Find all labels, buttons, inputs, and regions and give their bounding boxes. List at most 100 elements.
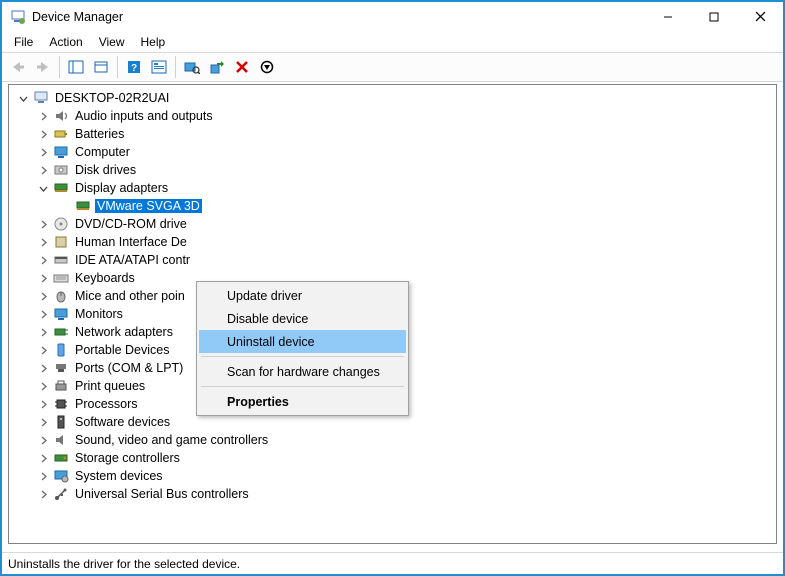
tree-node-label: VMware SVGA 3D bbox=[95, 199, 202, 213]
chevron-down-icon[interactable] bbox=[17, 92, 29, 104]
scan-hardware-button[interactable] bbox=[180, 55, 204, 79]
tree-node-label: Universal Serial Bus controllers bbox=[73, 487, 251, 501]
storage-controller-icon bbox=[53, 450, 69, 466]
tree-root[interactable]: DESKTOP-02R2UAI bbox=[13, 89, 776, 107]
help-button[interactable]: ? bbox=[122, 55, 146, 79]
chevron-right-icon[interactable] bbox=[37, 344, 49, 356]
chevron-right-icon[interactable] bbox=[37, 164, 49, 176]
chevron-right-icon[interactable] bbox=[37, 470, 49, 482]
context-menu-scan-hardware[interactable]: Scan for hardware changes bbox=[199, 360, 406, 383]
tree-node-label: System devices bbox=[73, 469, 165, 483]
chevron-right-icon[interactable] bbox=[37, 146, 49, 158]
svg-text:?: ? bbox=[131, 63, 137, 74]
chevron-right-icon[interactable] bbox=[37, 416, 49, 428]
menu-help[interactable]: Help bbox=[133, 33, 174, 51]
context-menu-disable-device[interactable]: Disable device bbox=[199, 307, 406, 330]
tree-node-label: Keyboards bbox=[73, 271, 137, 285]
tree-node-label: Portable Devices bbox=[73, 343, 172, 357]
update-driver-button[interactable] bbox=[205, 55, 229, 79]
tree-node-label: IDE ATA/ATAPI contr bbox=[73, 253, 192, 267]
sound-icon bbox=[53, 432, 69, 448]
tree-node-storage[interactable]: Storage controllers bbox=[13, 449, 776, 467]
menu-bar: File Action View Help bbox=[2, 32, 783, 52]
device-manager-icon bbox=[10, 9, 26, 25]
tree-node-system[interactable]: System devices bbox=[13, 467, 776, 485]
toolbar-separator bbox=[175, 56, 176, 78]
chevron-right-icon[interactable] bbox=[37, 380, 49, 392]
tree-node-label: Display adapters bbox=[73, 181, 170, 195]
disable-device-button[interactable] bbox=[255, 55, 279, 79]
forward-button[interactable] bbox=[31, 55, 55, 79]
mouse-icon bbox=[53, 288, 69, 304]
tree-node-usb[interactable]: Universal Serial Bus controllers bbox=[13, 485, 776, 503]
toolbar-separator bbox=[117, 56, 118, 78]
context-menu-properties[interactable]: Properties bbox=[199, 390, 406, 413]
computer-icon bbox=[33, 90, 49, 106]
chevron-right-icon[interactable] bbox=[37, 218, 49, 230]
tree-node-dvd[interactable]: DVD/CD-ROM drive bbox=[13, 215, 776, 233]
tree-root-label: DESKTOP-02R2UAI bbox=[53, 91, 171, 105]
uninstall-device-button[interactable] bbox=[230, 55, 254, 79]
tree-node-label: DVD/CD-ROM drive bbox=[73, 217, 189, 231]
system-device-icon bbox=[53, 468, 69, 484]
tree-node-label: Sound, video and game controllers bbox=[73, 433, 270, 447]
tree-node-display-adapters[interactable]: Display adapters bbox=[13, 179, 776, 197]
title-bar: Device Manager bbox=[2, 2, 783, 32]
action-button[interactable] bbox=[147, 55, 171, 79]
tree-node-computer[interactable]: Computer bbox=[13, 143, 776, 161]
chevron-right-icon[interactable] bbox=[37, 452, 49, 464]
chevron-right-icon[interactable] bbox=[37, 272, 49, 284]
tree-node-ide[interactable]: IDE ATA/ATAPI contr bbox=[13, 251, 776, 269]
display-adapter-icon bbox=[75, 198, 91, 214]
chevron-right-icon[interactable] bbox=[37, 398, 49, 410]
menu-view[interactable]: View bbox=[91, 33, 133, 51]
chevron-right-icon[interactable] bbox=[37, 254, 49, 266]
chevron-right-icon[interactable] bbox=[37, 434, 49, 446]
keyboard-icon bbox=[53, 270, 69, 286]
tree-node-label: Storage controllers bbox=[73, 451, 182, 465]
back-button[interactable] bbox=[6, 55, 30, 79]
tree-node-diskdrives[interactable]: Disk drives bbox=[13, 161, 776, 179]
tree-node-label: Human Interface De bbox=[73, 235, 189, 249]
chevron-right-icon[interactable] bbox=[37, 362, 49, 374]
menu-file[interactable]: File bbox=[6, 33, 41, 51]
tree-node-vmware-svga[interactable]: · VMware SVGA 3D bbox=[13, 197, 776, 215]
menu-action[interactable]: Action bbox=[41, 33, 90, 51]
context-menu: Update driver Disable device Uninstall d… bbox=[196, 281, 409, 416]
battery-icon bbox=[53, 126, 69, 142]
chevron-right-icon[interactable] bbox=[37, 326, 49, 338]
tree-node-label: Disk drives bbox=[73, 163, 138, 177]
chevron-right-icon[interactable] bbox=[37, 236, 49, 248]
audio-icon bbox=[53, 108, 69, 124]
chevron-right-icon[interactable] bbox=[37, 128, 49, 140]
show-hide-console-tree-button[interactable] bbox=[64, 55, 88, 79]
chevron-right-icon[interactable] bbox=[37, 308, 49, 320]
display-adapter-icon bbox=[53, 180, 69, 196]
status-text: Uninstalls the driver for the selected d… bbox=[8, 557, 240, 571]
chevron-right-icon[interactable] bbox=[37, 290, 49, 302]
printer-icon bbox=[53, 378, 69, 394]
chevron-down-icon[interactable] bbox=[37, 182, 49, 194]
tree-node-batteries[interactable]: Batteries bbox=[13, 125, 776, 143]
tree-node-audio[interactable]: Audio inputs and outputs bbox=[13, 107, 776, 125]
chevron-right-icon[interactable] bbox=[37, 110, 49, 122]
maximize-button[interactable] bbox=[691, 2, 737, 32]
tree-node-label: Computer bbox=[73, 145, 132, 159]
device-manager-window: Device Manager File Action View Help bbox=[0, 0, 785, 576]
context-menu-update-driver[interactable]: Update driver bbox=[199, 284, 406, 307]
tree-node-label: Monitors bbox=[73, 307, 125, 321]
tree-node-hid[interactable]: Human Interface De bbox=[13, 233, 776, 251]
close-button[interactable] bbox=[737, 2, 783, 32]
toolbar: ? bbox=[2, 52, 783, 82]
toolbar-separator bbox=[59, 56, 60, 78]
tree-node-sound[interactable]: Sound, video and game controllers bbox=[13, 431, 776, 449]
context-menu-uninstall-device[interactable]: Uninstall device bbox=[199, 330, 406, 353]
properties-button[interactable] bbox=[89, 55, 113, 79]
dvd-icon bbox=[53, 216, 69, 232]
minimize-button[interactable] bbox=[645, 2, 691, 32]
tree-node-label: Ports (COM & LPT) bbox=[73, 361, 185, 375]
port-icon bbox=[53, 360, 69, 376]
window-title: Device Manager bbox=[32, 10, 123, 24]
chevron-right-icon[interactable] bbox=[37, 488, 49, 500]
hid-icon bbox=[53, 234, 69, 250]
